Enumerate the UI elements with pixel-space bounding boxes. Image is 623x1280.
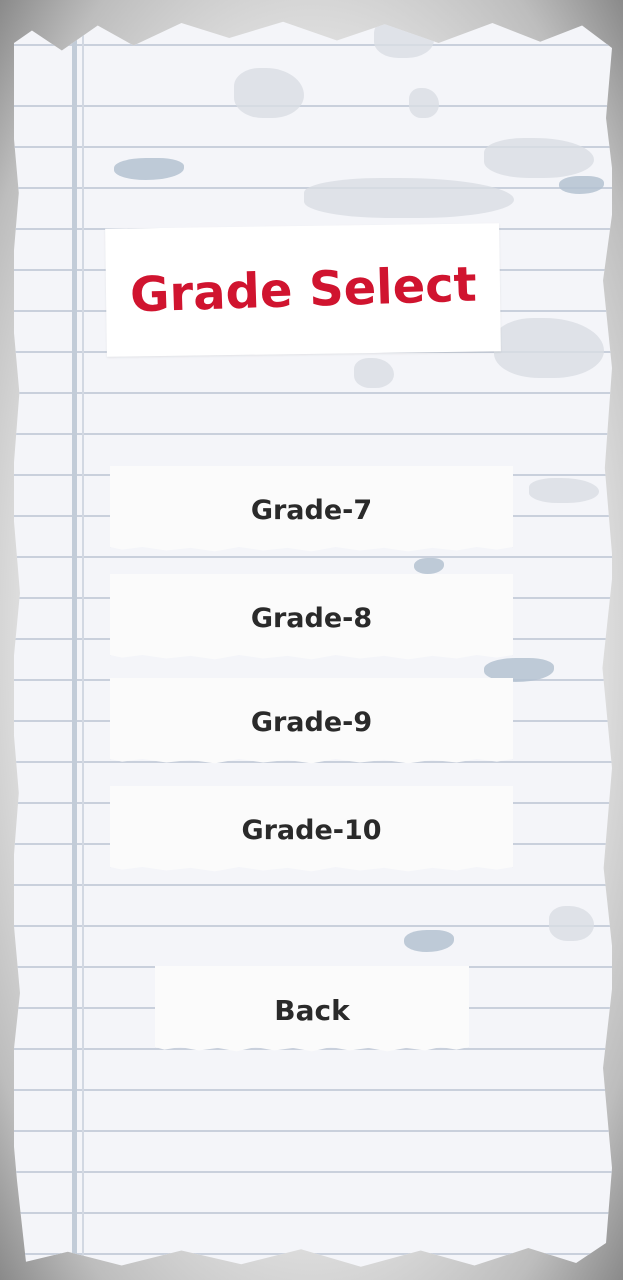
paper-blue-mark xyxy=(404,930,454,952)
paper-smudge xyxy=(549,906,594,941)
grade-8-button[interactable]: Grade-8 xyxy=(110,574,513,660)
paper-smudge xyxy=(494,318,604,378)
paper-smudge xyxy=(529,478,599,503)
paper-blue-mark xyxy=(114,158,184,180)
grade-10-button[interactable]: Grade-10 xyxy=(110,786,513,872)
back-button[interactable]: Back xyxy=(155,966,469,1052)
paper-smudge xyxy=(484,138,594,178)
grade-9-button[interactable]: Grade-9 xyxy=(110,678,513,764)
grade-7-button[interactable]: Grade-7 xyxy=(110,466,513,552)
paper-blue-mark xyxy=(414,558,444,574)
paper-margin-line-thin xyxy=(82,21,84,1267)
paper-margin-line xyxy=(72,21,77,1267)
paper-smudge xyxy=(234,68,304,118)
paper-smudge xyxy=(409,88,439,118)
page-title: Grade Select xyxy=(128,256,478,324)
paper-smudge xyxy=(354,358,394,388)
app-screen: Grade Select Grade-7 Grade-8 Grade-9 Gra… xyxy=(0,0,623,1280)
paper-smudge xyxy=(374,21,434,58)
paper-blue-mark xyxy=(559,176,604,194)
paper-smudge xyxy=(304,178,514,218)
title-card: Grade Select xyxy=(105,223,501,357)
